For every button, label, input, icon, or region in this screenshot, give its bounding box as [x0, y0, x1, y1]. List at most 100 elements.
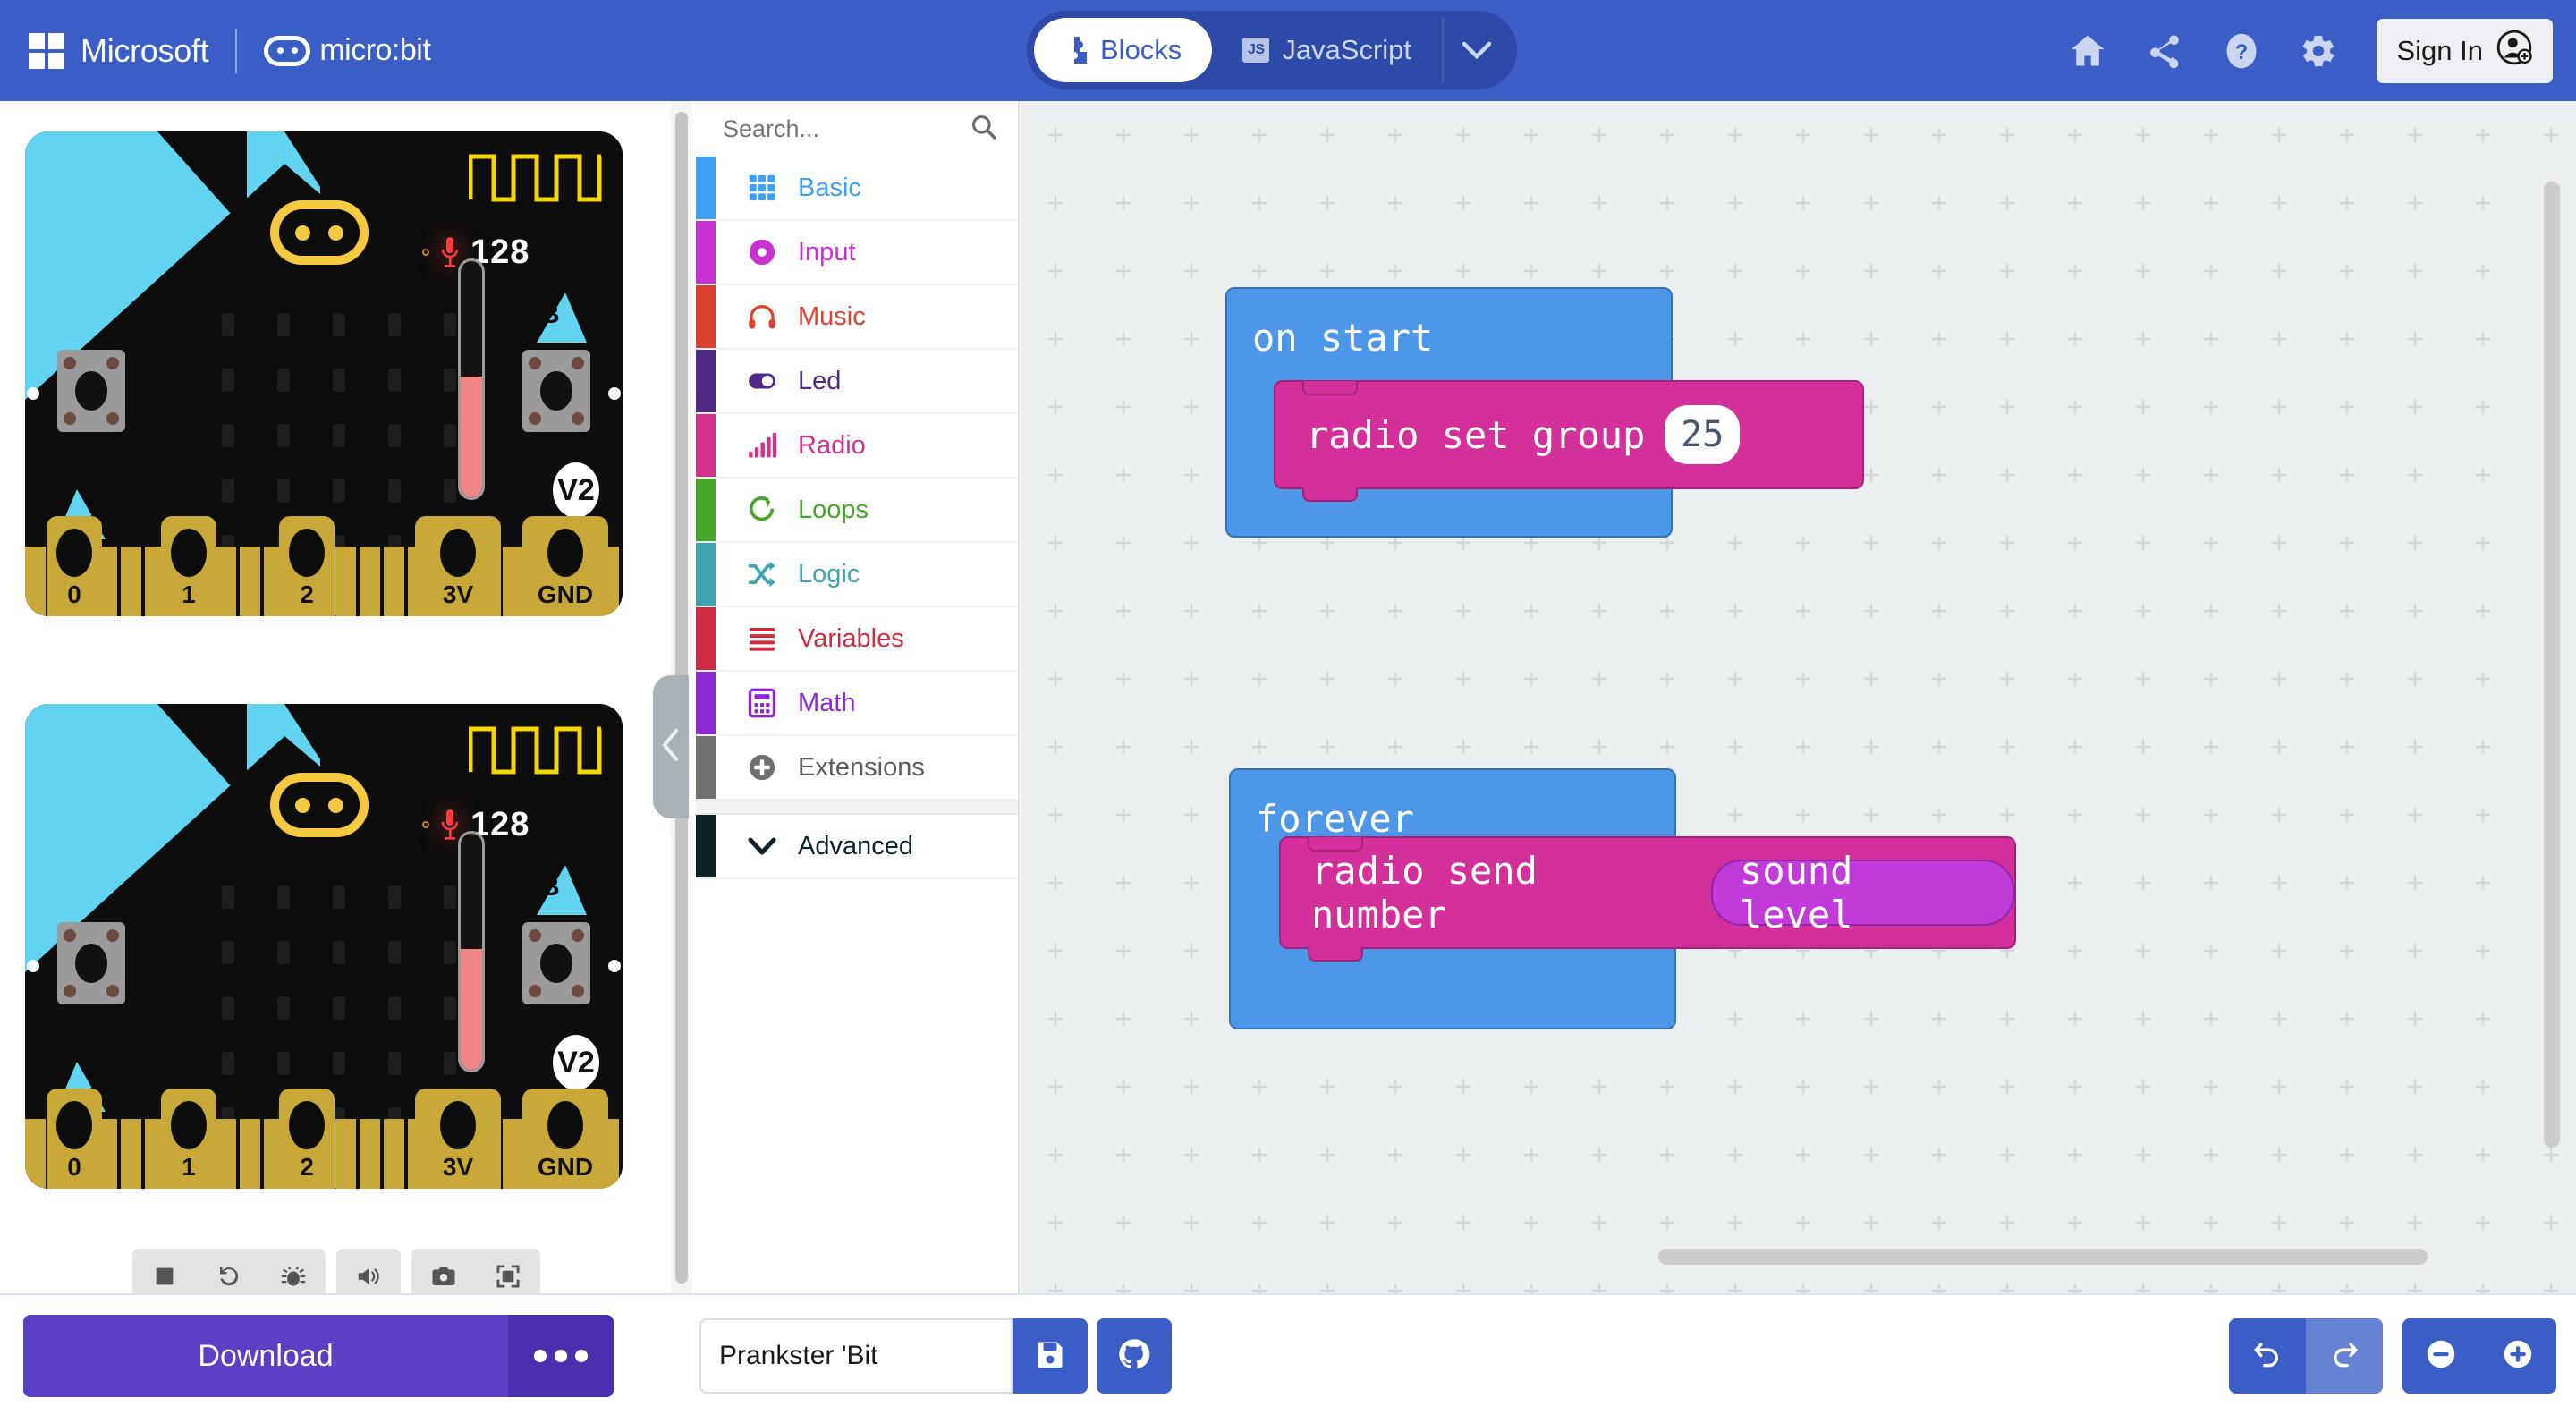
microbit-logo-face-icon[interactable] — [270, 200, 369, 265]
pin-gnd[interactable]: GND — [522, 516, 608, 616]
button-b[interactable] — [522, 350, 590, 432]
github-button[interactable] — [1097, 1318, 1172, 1394]
toolbox-item-logic[interactable]: Logic — [696, 543, 1018, 607]
zoom-in-button[interactable] — [2487, 1318, 2549, 1394]
download-more-button[interactable] — [508, 1315, 614, 1397]
save-button[interactable] — [1013, 1318, 1088, 1394]
toolbox-item-basic[interactable]: Basic — [696, 157, 1018, 221]
undo-button[interactable] — [2229, 1318, 2306, 1394]
square-wave-icon — [469, 154, 602, 202]
chevron-down-icon[interactable] — [1442, 18, 1510, 82]
block-notch-bottom — [1302, 487, 1358, 502]
zoom-out-button[interactable] — [2410, 1318, 2472, 1394]
toolbox-item-math[interactable]: Math — [696, 672, 1018, 736]
project-name-input[interactable] — [699, 1318, 1013, 1394]
toolbox-item-label: Extensions — [798, 752, 925, 782]
block-radio-send-number[interactable]: radio send number sound level — [1279, 836, 2016, 962]
toolbox-item-extensions[interactable]: Extensions — [696, 736, 1018, 801]
calculator-icon — [746, 687, 778, 719]
fullscreen-button[interactable] — [476, 1249, 540, 1293]
audio-group — [336, 1249, 401, 1293]
download-button[interactable]: Download — [23, 1315, 614, 1397]
plus-circle-icon — [746, 751, 778, 784]
pin-0[interactable]: 0 — [47, 1089, 102, 1189]
pin-1[interactable]: 1 — [161, 516, 216, 616]
block-sound-level[interactable]: sound level — [1711, 849, 2014, 936]
sound-level-slider[interactable] — [458, 258, 485, 500]
group-number-field[interactable]: 25 — [1665, 405, 1741, 464]
screenshot-button[interactable] — [411, 1249, 476, 1293]
microsoft-wordmark: Microsoft — [80, 31, 209, 69]
pin-1[interactable]: 1 — [161, 1089, 216, 1189]
app-header: Microsoft micro:bit Blocks JS JavaScript — [0, 0, 2576, 101]
button-a[interactable] — [57, 922, 125, 1004]
button-b[interactable] — [522, 922, 590, 1004]
toolbox-item-label: Basic — [798, 173, 861, 202]
tab-blocks[interactable]: Blocks — [1034, 18, 1213, 82]
toolbox-item-variables[interactable]: Variables — [696, 607, 1018, 672]
toolbox-item-label: Variables — [798, 623, 904, 653]
redo-button[interactable] — [2306, 1318, 2383, 1394]
pin-3v[interactable]: 3V — [415, 516, 501, 616]
search-icon[interactable] — [970, 113, 998, 146]
block-radio-set-group[interactable]: radio set group 25 — [1274, 380, 1864, 502]
brand-divider — [235, 28, 238, 73]
microbit-simulator-2[interactable]: 128 A B V2 — [25, 704, 623, 1189]
svg-text:?: ? — [2235, 40, 2249, 64]
search-input[interactable] — [723, 114, 946, 143]
tab-javascript-label: JavaScript — [1282, 34, 1412, 65]
sign-in-label: Sign In — [2396, 34, 2483, 66]
category-stripe — [696, 543, 716, 606]
block-notch-top — [1308, 837, 1363, 852]
toolbox-item-label: Music — [798, 301, 866, 331]
toolbox-search[interactable] — [696, 101, 1018, 157]
toolbox-item-radio[interactable]: Radio — [696, 414, 1018, 479]
stop-button[interactable] — [132, 1249, 197, 1293]
gear-icon[interactable] — [2280, 13, 2357, 89]
toolbox-item-input[interactable]: Input — [696, 221, 1018, 285]
workspace-horizontal-scrollbar[interactable] — [1658, 1249, 2428, 1265]
share-icon[interactable] — [2126, 13, 2203, 89]
sign-in-button[interactable]: Sign In — [2377, 18, 2553, 83]
user-add-icon — [2496, 29, 2533, 73]
toolbox-item-label: Advanced — [798, 831, 913, 860]
home-icon[interactable] — [2049, 13, 2126, 89]
chevron-left-icon — [660, 727, 682, 767]
microbit-logo-face-icon[interactable] — [270, 773, 369, 837]
block-radio-set-group-label: radio set group — [1306, 412, 1646, 457]
help-icon[interactable]: ? — [2203, 13, 2280, 89]
mic-led-dot — [422, 821, 429, 828]
lines-icon — [746, 623, 778, 655]
blocks-workspace[interactable]: on start radio set group 25 forever radi… — [1021, 101, 2576, 1293]
minus-circle-icon — [2424, 1337, 2458, 1376]
category-stripe — [696, 672, 716, 734]
toolbox-item-led[interactable]: Led — [696, 350, 1018, 414]
toolbox-item-label: Math — [798, 688, 856, 717]
button-b-label: B — [537, 292, 587, 343]
toolbox-item-music[interactable]: Music — [696, 285, 1018, 350]
microbit-face-icon — [264, 35, 311, 66]
pin-0[interactable]: 0 — [47, 516, 102, 616]
workspace-vertical-scrollbar[interactable] — [2544, 182, 2560, 1148]
toolbox-item-loops[interactable]: Loops — [696, 479, 1018, 543]
debug-button[interactable] — [261, 1249, 326, 1293]
workspace-grid — [1021, 101, 2576, 1293]
restart-button[interactable] — [197, 1249, 261, 1293]
pin-3v[interactable]: 3V — [415, 1089, 501, 1189]
button-a[interactable] — [57, 350, 125, 432]
microbit-wordmark: micro:bit — [319, 33, 431, 67]
microbit-simulator-1[interactable]: 128 A B V2 — [25, 131, 623, 616]
mute-button[interactable] — [336, 1249, 401, 1293]
pin-gnd[interactable]: GND — [522, 1089, 608, 1189]
download-label: Download — [198, 1338, 334, 1373]
tab-javascript[interactable]: JS JavaScript — [1212, 18, 1442, 82]
sound-level-slider[interactable] — [458, 831, 485, 1072]
signal-bars-icon — [746, 429, 778, 462]
collapse-simulator-handle[interactable] — [653, 675, 689, 818]
toolbox-item-advanced[interactable]: Advanced — [696, 815, 1018, 879]
pin-2[interactable]: 2 — [279, 516, 335, 616]
button-b-label: B — [537, 865, 587, 915]
microbit-logo: micro:bit — [264, 33, 431, 68]
category-stripe — [696, 157, 716, 219]
pin-2[interactable]: 2 — [279, 1089, 335, 1189]
